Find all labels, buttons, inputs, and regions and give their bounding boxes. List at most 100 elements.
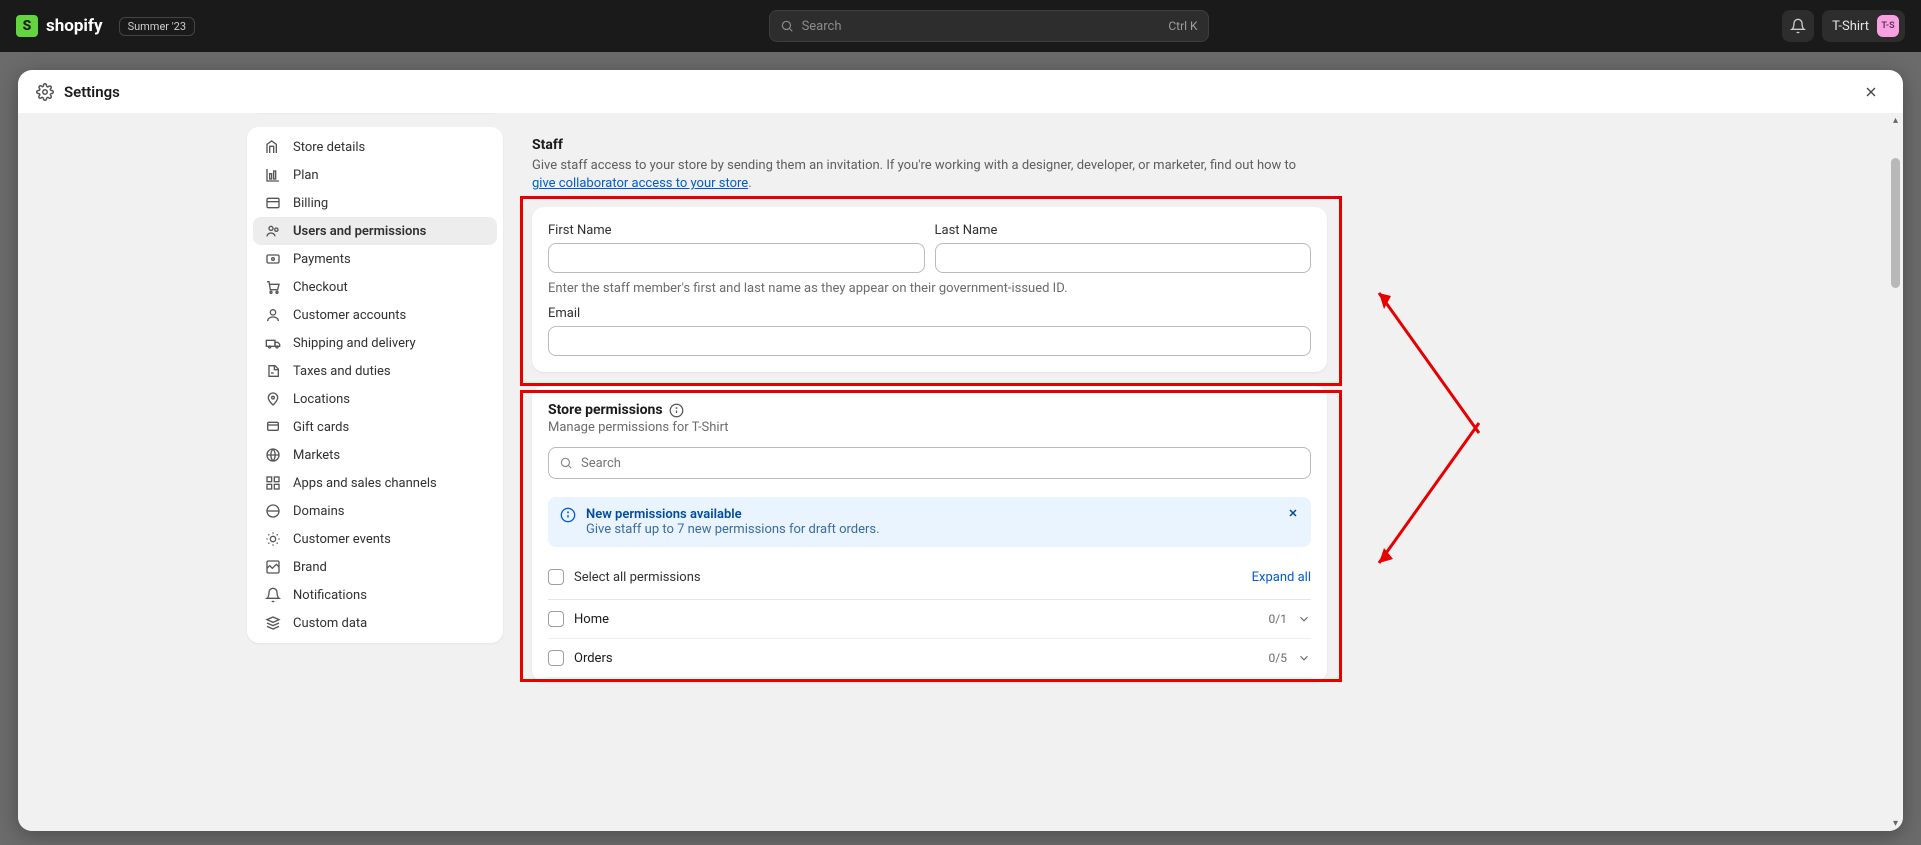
permissions-search[interactable] [548, 447, 1311, 479]
sidebar-item-label: Gift cards [293, 420, 349, 435]
sidebar-item-locations[interactable]: Locations [253, 385, 497, 413]
nav-icon [265, 167, 281, 183]
email-label: Email [548, 306, 1311, 321]
scroll-track[interactable] [1888, 128, 1903, 816]
sidebar-item-store-details[interactable]: Store details [253, 133, 497, 161]
global-search[interactable]: Search Ctrl K [769, 10, 1209, 42]
banner-dismiss[interactable] [1287, 507, 1299, 537]
sidebar-item-label: Plan [293, 168, 319, 183]
sidebar-item-label: Store details [293, 140, 365, 155]
sidebar-item-label: Notifications [293, 588, 367, 603]
settings-modal: Settings Store detailsPlanBillingUsers a… [18, 70, 1903, 831]
nav-icon [265, 503, 281, 519]
sidebar-item-label: Markets [293, 448, 340, 463]
sidebar-item-users-and-permissions[interactable]: Users and permissions [253, 217, 497, 245]
permissions-subheading: Manage permissions for T-Shirt [548, 420, 1311, 435]
nav-icon [265, 223, 281, 239]
permissions-banner: New permissions available Give staff up … [548, 497, 1311, 547]
permission-row-home[interactable]: Home0/1 [548, 600, 1311, 639]
search-placeholder: Search [802, 19, 842, 34]
sidebar-item-gift-cards[interactable]: Gift cards [253, 413, 497, 441]
collaborator-link[interactable]: give collaborator access to your store [532, 176, 748, 191]
sidebar-item-label: Customer events [293, 532, 391, 547]
permission-count: 0/5 [1269, 651, 1311, 665]
staff-help: Give staff access to your store by sendi… [532, 157, 1322, 193]
sidebar-item-taxes-and-duties[interactable]: Taxes and duties [253, 357, 497, 385]
permissions-search-input[interactable] [581, 456, 1300, 471]
sidebar-item-brand[interactable]: Brand [253, 553, 497, 581]
store-switcher[interactable]: T-Shirt T-S [1822, 10, 1905, 42]
nav-icon [265, 279, 281, 295]
sidebar-item-label: Brand [293, 560, 327, 575]
scroll-down-arrow[interactable]: ▾ [1888, 816, 1903, 831]
close-button[interactable] [1857, 78, 1885, 106]
scroll-thumb[interactable] [1891, 158, 1900, 288]
staff-form-card: First Name Last Name Enter the staff mem… [532, 207, 1327, 372]
edition-badge: Summer '23 [119, 17, 195, 36]
sidebar-item-label: Users and permissions [293, 224, 426, 239]
sidebar-item-label: Taxes and duties [293, 364, 391, 379]
sidebar-item-apps-and-sales-channels[interactable]: Apps and sales channels [253, 469, 497, 497]
expand-all-link[interactable]: Expand all [1252, 570, 1311, 585]
first-name-input[interactable] [548, 243, 925, 273]
sidebar-item-customer-accounts[interactable]: Customer accounts [253, 301, 497, 329]
close-icon [1863, 84, 1879, 100]
nav-icon [265, 391, 281, 407]
permission-label: Home [574, 612, 609, 627]
select-all-row: Select all permissions Expand all [548, 561, 1311, 600]
brand: S shopify Summer '23 [16, 15, 195, 37]
wordmark: shopify [46, 16, 103, 36]
nav-icon [265, 335, 281, 351]
search-icon [559, 456, 573, 470]
sidebar-item-label: Custom data [293, 616, 367, 631]
modal-body: Store details Plan Billing Users and permis… [18, 113, 1903, 831]
gear-icon [36, 83, 54, 101]
chevron-down-icon[interactable] [1297, 612, 1311, 626]
sidebar-item-shipping-and-delivery[interactable]: Shipping and delivery [253, 329, 497, 357]
banner-body: Give staff up to 7 new permissions for d… [586, 522, 880, 537]
nav-icon [265, 419, 281, 435]
nav-icon [265, 307, 281, 323]
inner-scrollbar[interactable]: ▴ ▾ [1888, 113, 1903, 831]
permission-label: Orders [574, 651, 613, 666]
nav-icon [265, 615, 281, 631]
sidebar-item-payments[interactable]: Payments [253, 245, 497, 273]
sidebar-item-customer-events[interactable]: Customer events [253, 525, 497, 553]
select-all-label: Select all permissions [574, 570, 701, 585]
permission-checkbox[interactable] [548, 611, 564, 627]
sidebar-item-markets[interactable]: Markets [253, 441, 497, 469]
email-input[interactable] [548, 326, 1311, 356]
sidebar-item-notifications[interactable]: Notifications [253, 581, 497, 609]
nav-icon [265, 531, 281, 547]
sidebar-item-domains[interactable]: Domains [253, 497, 497, 525]
sidebar-item-label: Shipping and delivery [293, 336, 416, 351]
sidebar-item-label: Checkout [293, 280, 348, 295]
sidebar-item-billing[interactable]: Billing [253, 189, 497, 217]
scroll-up-arrow[interactable]: ▴ [1888, 113, 1903, 128]
search-kbd-hint: Ctrl K [1168, 19, 1197, 33]
permission-checkbox[interactable] [548, 650, 564, 666]
notifications-button[interactable] [1782, 10, 1814, 42]
first-name-label: First Name [548, 223, 925, 238]
bell-icon [1790, 18, 1806, 34]
sidebar-item-custom-data[interactable]: Custom data [253, 609, 497, 637]
permission-row-orders[interactable]: Orders 0/5 [548, 639, 1311, 678]
select-all-checkbox[interactable] [548, 569, 564, 585]
last-name-label: Last Name [935, 223, 1312, 238]
name-help: Enter the staff member's first and last … [548, 281, 1311, 296]
sidebar-item-label: Locations [293, 392, 350, 407]
sidebar-item-checkout[interactable]: Checkout [253, 273, 497, 301]
last-name-input[interactable] [935, 243, 1312, 273]
chevron-down-icon[interactable] [1297, 651, 1311, 665]
close-icon [1287, 507, 1299, 519]
topbar: S shopify Summer '23 Search Ctrl K T-Shi… [0, 0, 1921, 52]
info-icon[interactable] [669, 403, 684, 418]
left-gutter [18, 113, 242, 831]
sidebar-item-plan[interactable]: Plan [253, 161, 497, 189]
banner-title: New permissions available [586, 507, 880, 522]
shopify-logo-icon: S [16, 15, 38, 37]
store-name: T-Shirt [1832, 19, 1869, 34]
avatar: T-S [1877, 15, 1899, 37]
sidebar-item-label: Billing [293, 196, 328, 211]
sidebar-item-label: Apps and sales channels [293, 476, 437, 491]
